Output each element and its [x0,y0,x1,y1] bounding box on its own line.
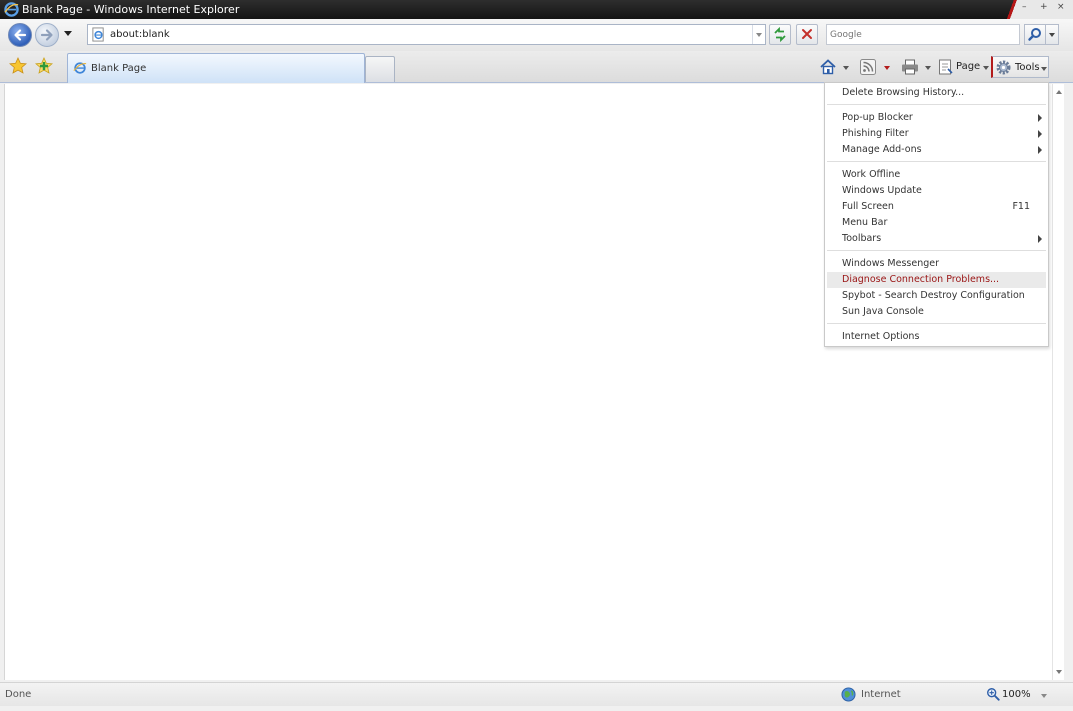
status-bar: Done Internet 100% [0,682,1073,706]
refresh-icon [774,26,786,43]
menu-item-spybot-configuration[interactable]: Spybot - Search Destroy Configuration [827,288,1046,304]
home-icon [820,59,836,75]
maximize-button[interactable]: + [1040,2,1048,12]
submenu-arrow-icon [1038,130,1042,138]
minimize-button[interactable]: – [1022,2,1027,12]
navigation-bar: about:blank [0,19,1073,51]
page-menu-button[interactable]: Page [936,56,990,78]
tab-bar: Blank Page Page Tools [0,51,1073,83]
new-tab-button[interactable] [365,56,395,82]
menu-item-sun-java-console[interactable]: Sun Java Console [827,304,1046,320]
tools-menu-label: Tools [1015,62,1040,73]
zoom-icon[interactable] [986,687,1000,701]
back-arrow-icon [14,29,27,41]
title-bar: Blank Page - Windows Internet Explorer –… [0,0,1073,19]
ie-logo-icon [4,2,19,17]
recent-pages-dropdown[interactable] [64,31,72,36]
tab-label: Blank Page [91,63,147,74]
search-icon [1028,28,1041,41]
add-favorites-icon[interactable] [34,56,54,76]
submenu-arrow-icon [1038,146,1042,154]
stop-icon [802,29,812,39]
scroll-up-arrow[interactable] [1056,90,1062,94]
page-icon [92,27,104,42]
vertical-scrollbar[interactable] [1052,84,1064,680]
feeds-icon [860,59,876,75]
page-menu-label: Page [956,61,981,72]
menu-item-windows-messenger[interactable]: Windows Messenger [827,256,1046,272]
shortcut-label: F11 [1012,201,1030,212]
forward-button[interactable] [35,23,59,47]
menu-item-menu-bar[interactable]: Menu Bar [827,215,1046,231]
globe-icon [841,687,856,702]
window-title: Blank Page - Windows Internet Explorer [22,3,240,16]
security-zone-label: Internet [861,689,901,700]
refresh-button[interactable] [769,24,791,45]
page-menu-icon [939,59,953,75]
submenu-arrow-icon [1038,235,1042,243]
tools-menu: Delete Browsing History... Pop-up Blocke… [824,82,1049,347]
back-button[interactable] [8,23,32,47]
menu-item-manage-addons[interactable]: Manage Add-ons [827,142,1046,158]
search-box[interactable] [826,24,1020,45]
menu-item-diagnose-connection-problems[interactable]: Diagnose Connection Problems... [827,272,1046,288]
stop-button[interactable] [796,24,818,45]
status-text: Done [5,689,32,700]
menu-item-windows-update[interactable]: Windows Update [827,183,1046,199]
menu-item-internet-options[interactable]: Internet Options [827,329,1046,345]
address-dropdown[interactable] [752,25,765,44]
menu-item-full-screen[interactable]: Full Screen F11 [827,199,1046,215]
menu-separator [827,250,1046,251]
zoom-dropdown[interactable] [1041,694,1047,698]
scroll-down-arrow[interactable] [1056,670,1062,674]
search-input[interactable] [827,25,1019,44]
tools-menu-button[interactable]: Tools [991,56,1049,78]
menu-item-phishing-filter[interactable]: Phishing Filter [827,126,1046,142]
close-button[interactable]: × [1057,2,1065,12]
menu-item-popup-blocker[interactable]: Pop-up Blocker [827,110,1046,126]
home-button[interactable] [817,56,851,78]
browser-window: Blank Page - Windows Internet Explorer –… [0,0,1073,711]
ie-page-icon [73,62,87,74]
search-options-dropdown[interactable] [1046,24,1059,45]
menu-separator [827,323,1046,324]
submenu-arrow-icon [1038,114,1042,122]
tools-gear-icon [996,60,1011,75]
address-bar[interactable]: about:blank [87,24,766,45]
forward-arrow-icon [40,29,53,41]
menu-separator [827,161,1046,162]
menu-item-work-offline[interactable]: Work Offline [827,167,1046,183]
menu-item-delete-browsing-history[interactable]: Delete Browsing History... [827,85,1046,101]
favorites-star-icon[interactable] [8,56,28,76]
menu-item-toolbars[interactable]: Toolbars [827,231,1046,247]
feeds-button[interactable] [858,56,892,78]
print-button[interactable] [899,56,933,78]
zoom-level[interactable]: 100% [1002,689,1031,700]
address-url[interactable]: about:blank [110,29,170,40]
tab-blank-page[interactable]: Blank Page [67,53,365,83]
print-icon [902,59,918,75]
menu-separator [827,104,1046,105]
search-button[interactable] [1024,24,1046,45]
